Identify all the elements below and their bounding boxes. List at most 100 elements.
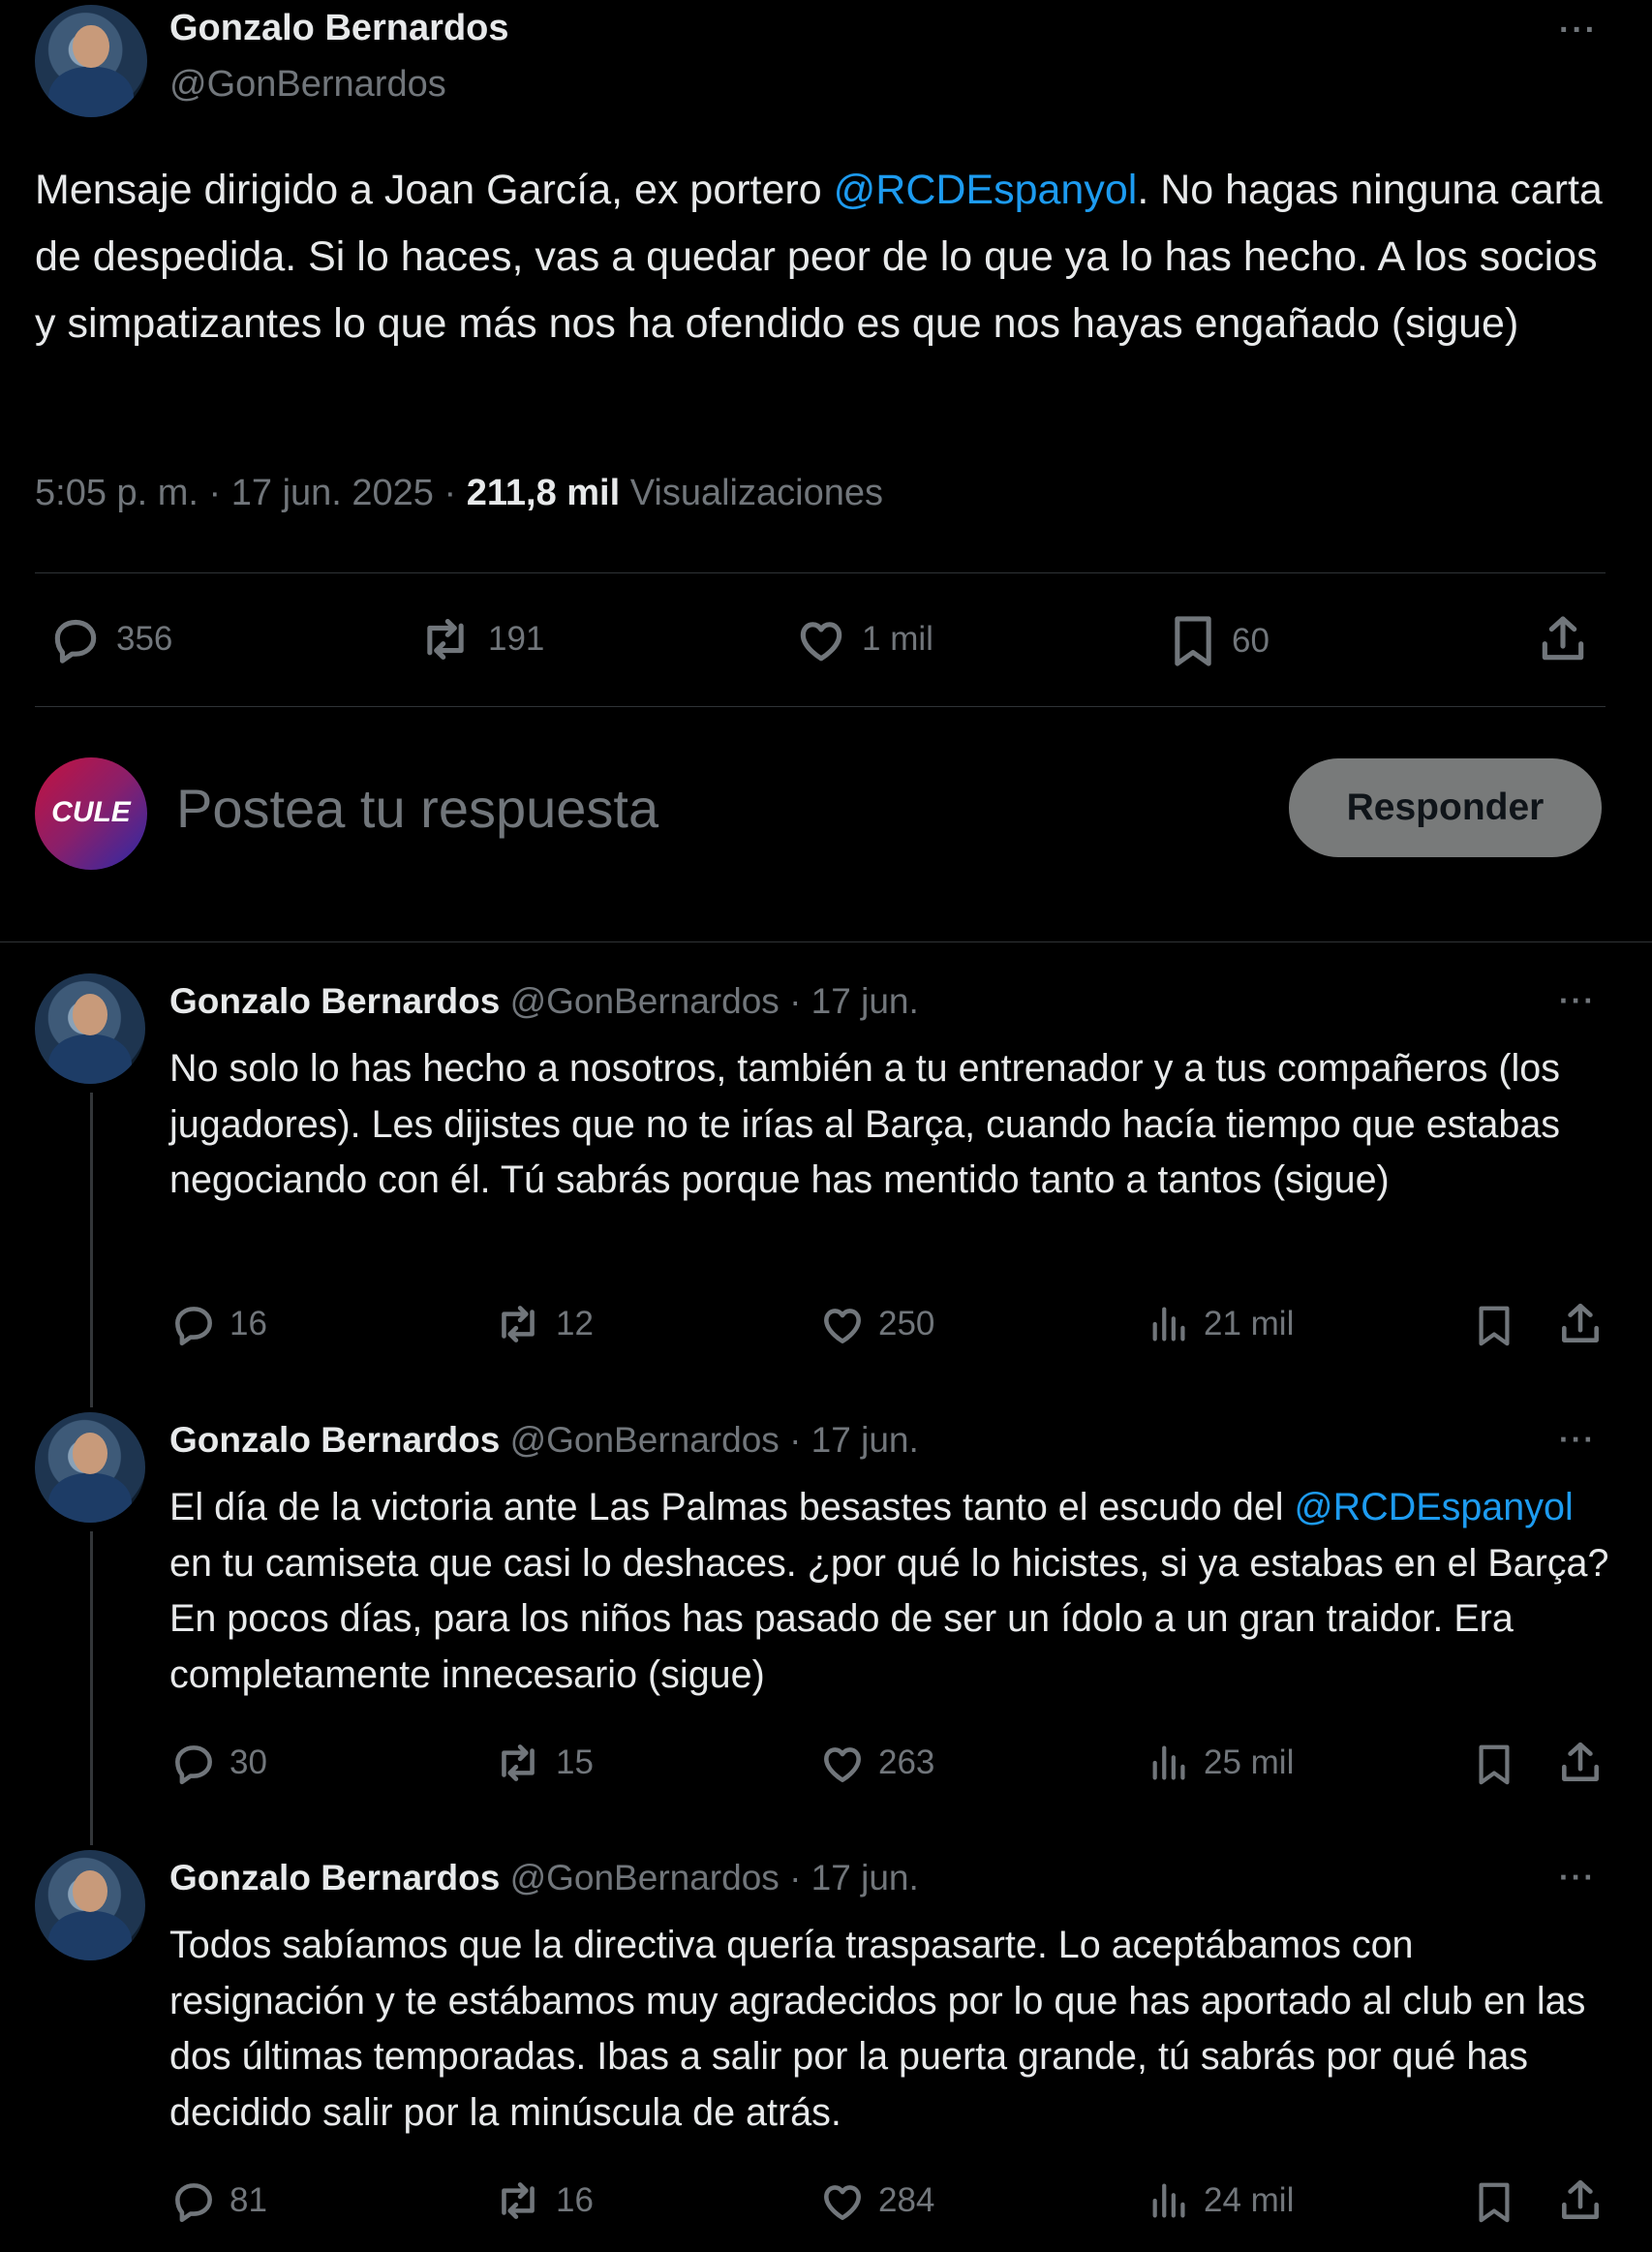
- repost-button[interactable]: 16: [492, 2176, 594, 2225]
- more-icon[interactable]: ···: [1559, 12, 1598, 49]
- repost-count: 16: [556, 2181, 594, 2219]
- bookmark-icon: [1479, 1744, 1510, 1785]
- author-handle[interactable]: @GonBernardos: [169, 64, 446, 106]
- like-button[interactable]: 250: [818, 1300, 934, 1348]
- views-button[interactable]: 21 mil: [1147, 1300, 1294, 1348]
- reply-count: 356: [116, 620, 173, 658]
- reply-button[interactable]: 356: [48, 612, 172, 666]
- author-name[interactable]: Gonzalo Bernardos: [169, 1420, 500, 1460]
- avatar[interactable]: [35, 1850, 145, 1960]
- bookmark-icon: [1479, 1306, 1510, 1346]
- tweet-text-part: No solo lo has hecho a nosotros, también…: [169, 1047, 1561, 1201]
- tweet-meta: 5:05 p. m. · 17 jun. 2025 · 211,8 mil Vi…: [35, 473, 883, 514]
- like-icon: [824, 2185, 861, 2220]
- reply-submit-button[interactable]: Responder: [1289, 758, 1602, 857]
- mention-link[interactable]: @RCDEspanyol: [834, 167, 1138, 213]
- repost-count: 15: [556, 1743, 594, 1781]
- like-count: 284: [878, 2181, 935, 2219]
- bookmark-button[interactable]: 60: [1168, 612, 1270, 670]
- views-button[interactable]: 24 mil: [1147, 2176, 1294, 2225]
- like-icon: [824, 1747, 861, 1782]
- repost-icon: [502, 1306, 535, 1342]
- share-button[interactable]: [1556, 1739, 1605, 1787]
- reply-icon: [175, 1745, 212, 1785]
- tweet-text-part: Mensaje dirigido a Joan García, ex porte…: [35, 167, 834, 213]
- views-count: 24 mil: [1204, 2181, 1295, 2219]
- reply-icon: [175, 2183, 212, 2223]
- author-name[interactable]: Gonzalo Bernardos: [169, 981, 500, 1021]
- author-name[interactable]: Gonzalo Bernardos: [169, 1858, 500, 1897]
- tweet-text: No solo lo has hecho a nosotros, también…: [169, 1041, 1612, 1209]
- tweet-header: Gonzalo Bernardos @GonBernardos · 17 jun…: [169, 1858, 919, 1898]
- views-icon: [1152, 1307, 1185, 1342]
- like-count: 263: [878, 1743, 935, 1781]
- divider: [35, 706, 1606, 707]
- bookmark-icon: [1175, 616, 1211, 666]
- more-icon[interactable]: ···: [1559, 983, 1596, 1019]
- tweet-text: El día de la victoria ante Las Palmas be…: [169, 1480, 1612, 1703]
- avatar[interactable]: [35, 1412, 145, 1523]
- author-handle[interactable]: @GonBernardos: [510, 1858, 780, 1897]
- share-button[interactable]: [1536, 612, 1590, 666]
- repost-button[interactable]: 12: [492, 1300, 594, 1348]
- avatar[interactable]: [35, 5, 147, 117]
- repost-icon: [427, 619, 464, 660]
- reply-count: 81: [229, 2181, 267, 2219]
- thread-connector-line: [90, 1531, 93, 1845]
- more-icon[interactable]: ···: [1559, 1422, 1596, 1458]
- share-icon: [1542, 616, 1584, 661]
- thread-connector-line: [90, 1093, 93, 1407]
- tweet-header: Gonzalo Bernardos @GonBernardos · 17 jun…: [169, 1420, 919, 1461]
- tweet-date[interactable]: · 17 jun.: [789, 1420, 919, 1460]
- reply-button[interactable]: 16: [169, 1300, 267, 1348]
- like-count: 250: [878, 1305, 935, 1342]
- tweet-text: Mensaje dirigido a Joan García, ex porte…: [35, 157, 1623, 357]
- like-button[interactable]: 1 mil: [794, 612, 933, 666]
- views-count: 25 mil: [1204, 1743, 1295, 1781]
- bookmark-icon: [1479, 2182, 1510, 2223]
- like-button[interactable]: 284: [818, 2176, 934, 2225]
- reply-button[interactable]: 81: [169, 2176, 267, 2225]
- bookmark-button[interactable]: [1472, 1739, 1516, 1789]
- avatar-logo-text: CULE: [51, 796, 131, 828]
- repost-count: 12: [556, 1305, 594, 1342]
- share-icon: [1562, 1742, 1599, 1781]
- tweet-text-part: El día de la victoria ante Las Palmas be…: [169, 1486, 1295, 1528]
- like-icon: [824, 1309, 861, 1343]
- like-count: 1 mil: [862, 620, 933, 658]
- mention-link[interactable]: @RCDEspanyol: [1295, 1486, 1574, 1528]
- bookmark-button[interactable]: [1472, 1300, 1516, 1350]
- repost-icon: [502, 1744, 535, 1781]
- repost-button[interactable]: 15: [492, 1739, 594, 1787]
- bookmark-button[interactable]: [1472, 2176, 1516, 2227]
- author-name[interactable]: Gonzalo Bernardos: [169, 8, 509, 49]
- tweet-header: Gonzalo Bernardos @GonBernardos · 17 jun…: [169, 981, 919, 1022]
- author-handle[interactable]: @GonBernardos: [510, 981, 780, 1021]
- share-icon: [1562, 2179, 1599, 2219]
- reply-count: 16: [229, 1305, 267, 1342]
- views-count: 21 mil: [1204, 1305, 1295, 1342]
- avatar[interactable]: [35, 973, 145, 1084]
- more-icon[interactable]: ···: [1559, 1860, 1596, 1896]
- tweet-text-part: en tu camiseta que casi lo deshaces. ¿po…: [169, 1541, 1609, 1696]
- reply-input[interactable]: Postea tu respuesta: [176, 777, 658, 840]
- reply-icon: [54, 619, 97, 663]
- tweet-date[interactable]: · 17 jun.: [789, 1858, 919, 1897]
- bookmark-count: 60: [1232, 622, 1270, 660]
- repost-button[interactable]: 191: [416, 612, 544, 666]
- views-count: 211,8 mil: [466, 473, 621, 513]
- tweet-text: Todos sabíamos que la directiva quería t…: [169, 1918, 1612, 2141]
- author-handle[interactable]: @GonBernardos: [510, 1420, 780, 1460]
- timestamp[interactable]: 5:05 p. m. · 17 jun. 2025 ·: [35, 473, 467, 513]
- share-icon: [1562, 1303, 1599, 1342]
- tweet-date[interactable]: · 17 jun.: [789, 981, 919, 1021]
- reply-icon: [175, 1307, 212, 1346]
- section-divider: [0, 941, 1652, 942]
- views-button[interactable]: 25 mil: [1147, 1739, 1294, 1787]
- reply-count: 30: [229, 1743, 267, 1781]
- reply-button[interactable]: 30: [169, 1739, 267, 1787]
- like-button[interactable]: 263: [818, 1739, 934, 1787]
- share-button[interactable]: [1556, 1300, 1605, 1348]
- user-avatar[interactable]: CULE: [35, 757, 147, 870]
- share-button[interactable]: [1556, 2176, 1605, 2225]
